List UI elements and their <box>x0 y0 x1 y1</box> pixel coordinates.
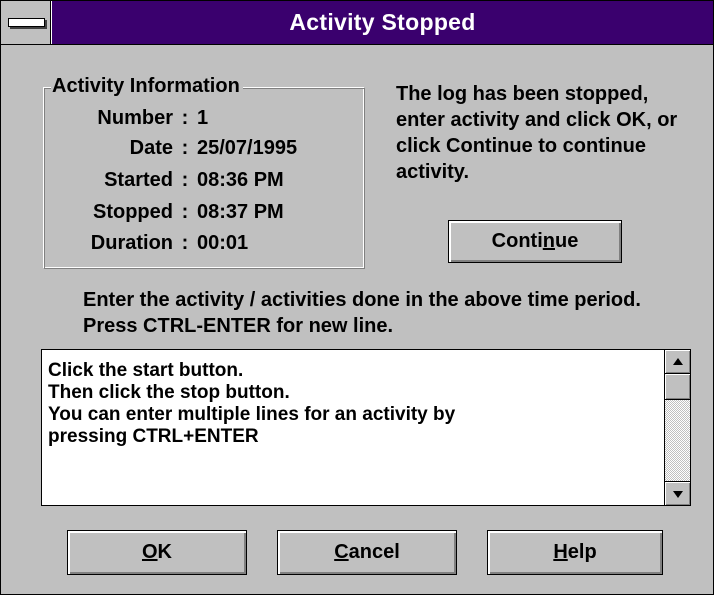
entry-prompt: Enter the activity / activities done in … <box>83 289 641 337</box>
system-menu-button[interactable] <box>1 1 51 44</box>
info-colon: : <box>181 232 189 254</box>
scroll-thumb[interactable] <box>665 374 690 400</box>
text-line: Click the start button. <box>48 360 244 381</box>
ok-label-post: K <box>157 541 172 563</box>
ok-button[interactable]: OK <box>67 530 247 575</box>
info-row-date: Date : 25/07/1995 <box>43 134 297 162</box>
continue-label-post: ue <box>554 230 579 252</box>
help-label-accel: H <box>553 541 568 563</box>
arrow-up-icon <box>672 357 683 365</box>
info-colon: : <box>181 137 189 159</box>
info-value: 08:37 PM <box>197 201 284 223</box>
text-line: pressing CTRL+ENTER <box>48 426 259 447</box>
scroll-down-button[interactable] <box>665 481 690 505</box>
info-label: Date <box>129 137 173 159</box>
info-label: Started <box>104 169 173 191</box>
cancel-button[interactable]: Cancel <box>277 530 457 575</box>
info-value: 08:36 PM <box>197 169 284 191</box>
cancel-label-accel: C <box>334 541 349 563</box>
continue-button[interactable]: Conti n ue <box>448 220 622 263</box>
info-row-duration: Duration : 00:01 <box>43 229 248 257</box>
text-line: Then click the stop button. <box>48 382 290 403</box>
info-value: 00:01 <box>197 232 249 254</box>
help-button[interactable]: Help <box>487 530 663 575</box>
info-colon: : <box>181 169 189 191</box>
help-label-post: elp <box>567 541 597 563</box>
info-label: Stopped <box>93 201 173 223</box>
stopped-message: The log has been stopped, enter activity… <box>396 83 678 183</box>
info-colon: : <box>181 201 189 223</box>
ok-label-accel: O <box>141 541 158 563</box>
activity-stopped-dialog: Activity Stopped Activity Information Nu… <box>0 0 714 595</box>
title-bar: Activity Stopped <box>1 1 713 45</box>
info-row-stopped: Stopped : 08:37 PM <box>43 198 284 226</box>
info-row-started: Started : 08:36 PM <box>43 166 284 194</box>
info-label: Duration <box>90 232 173 254</box>
arrow-down-icon <box>672 490 683 498</box>
window-title: Activity Stopped <box>52 1 713 44</box>
activity-text-area[interactable]: Click the start button. Then click the s… <box>41 349 691 506</box>
info-value: 25/07/1995 <box>197 137 298 159</box>
info-colon: : <box>181 107 189 129</box>
info-value: 1 <box>197 107 209 129</box>
continue-label-pre: Conti <box>491 230 543 252</box>
info-label: Number <box>97 107 173 129</box>
scroll-up-button[interactable] <box>665 350 690 374</box>
vertical-scrollbar[interactable] <box>664 350 690 505</box>
text-line: You can enter multiple lines for an acti… <box>48 404 456 425</box>
continue-label-accel: n <box>542 230 555 252</box>
activity-text-content[interactable]: Click the start button. Then click the s… <box>48 360 658 448</box>
activity-info-title: Activity Information <box>51 73 243 99</box>
info-row-number: Number : 1 <box>43 104 208 132</box>
system-menu-icon <box>8 18 45 27</box>
cancel-label-post: ancel <box>348 541 400 563</box>
